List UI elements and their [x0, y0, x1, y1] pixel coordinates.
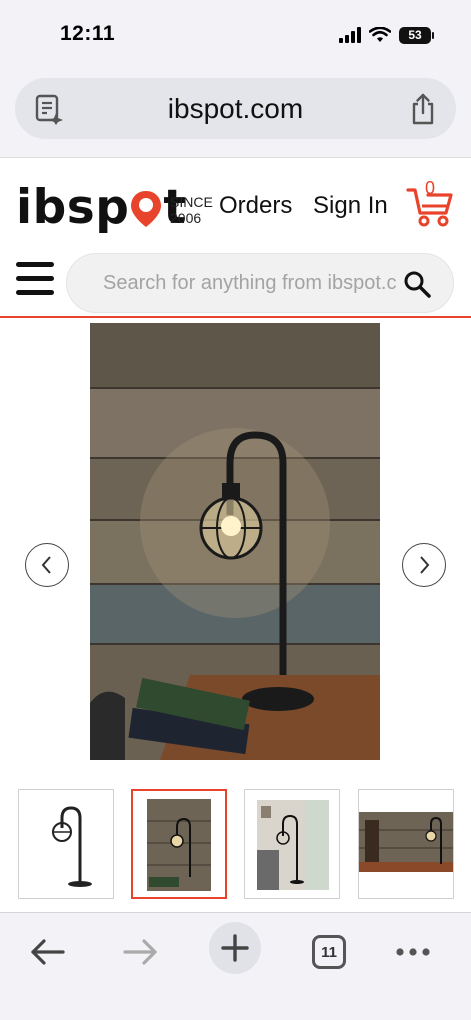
battery-icon: 53 [399, 26, 434, 44]
logo-pin-icon [129, 186, 163, 227]
orders-link[interactable]: Orders [219, 192, 292, 220]
search-input[interactable] [103, 254, 423, 312]
thumbnail-3[interactable] [244, 789, 340, 899]
cart-button[interactable]: 0 [406, 178, 454, 228]
url-text: ibspot.com [167, 93, 304, 124]
chevron-right-icon [420, 556, 430, 574]
tabs-button[interactable]: 11 [304, 927, 354, 977]
more-button[interactable] [388, 927, 438, 977]
search-icon[interactable] [403, 270, 431, 298]
wifi-icon [369, 27, 391, 42]
since-line-2: 2006 [170, 210, 202, 226]
thumbnail-2[interactable] [131, 789, 227, 899]
tabs-count-icon: 11 [312, 935, 346, 969]
thumbnail-strip [18, 789, 458, 901]
browser-address-area: ibspot.com [0, 70, 471, 158]
back-button[interactable] [22, 927, 72, 977]
plus-icon [221, 934, 249, 962]
share-icon[interactable] [408, 92, 438, 126]
search-bar [66, 253, 454, 313]
thumbnail-4[interactable] [358, 789, 454, 899]
next-image-button[interactable] [402, 543, 446, 587]
status-icons: 53 [339, 24, 434, 46]
browser-toolbar: 11 [0, 912, 471, 1020]
address-bar[interactable]: ibspot.com [15, 78, 456, 139]
new-tab-button[interactable] [209, 922, 261, 974]
battery-level: 53 [408, 28, 422, 42]
site-header: ibsp t SINCE 2006 Orders Sign In 0 [0, 158, 471, 318]
status-bar: 12:11 53 [0, 0, 471, 70]
thumbnail-1[interactable] [18, 789, 114, 899]
signal-icon [339, 27, 361, 43]
tabs-count: 11 [321, 943, 337, 961]
cart-count: 0 [425, 178, 436, 198]
hamburger-menu-icon[interactable] [16, 262, 56, 296]
chevron-left-icon [41, 556, 51, 574]
ibspot-logo[interactable]: ibsp t [16, 180, 186, 235]
logo-text-start: ibsp [16, 180, 130, 235]
status-time: 12:11 [60, 22, 116, 45]
arrow-left-icon [31, 939, 65, 965]
since-line-1: SINCE [170, 194, 213, 210]
forward-button[interactable] [116, 927, 166, 977]
product-main-image[interactable] [90, 323, 380, 760]
since-label: SINCE 2006 [170, 194, 213, 226]
more-dots-icon [396, 948, 430, 956]
arrow-right-icon [123, 939, 157, 965]
previous-image-button[interactable] [25, 543, 69, 587]
sign-in-link[interactable]: Sign In [313, 192, 388, 220]
